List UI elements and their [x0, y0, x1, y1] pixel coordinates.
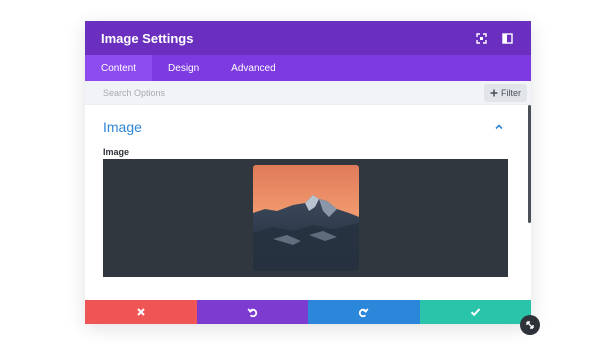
- check-icon: [470, 308, 480, 317]
- tab-advanced[interactable]: Advanced: [215, 55, 291, 81]
- tab-content-label: Content: [101, 62, 137, 74]
- close-icon: [137, 308, 145, 316]
- tab-design[interactable]: Design: [152, 55, 215, 81]
- undo-button[interactable]: [196, 300, 308, 324]
- expand-icon[interactable]: [473, 30, 489, 46]
- undo-icon: [247, 307, 257, 317]
- redo-button[interactable]: [308, 300, 420, 324]
- tab-design-label: Design: [168, 62, 200, 74]
- tab-bar: Content Design Advanced: [85, 55, 531, 81]
- field-label-image: Image: [103, 147, 130, 157]
- section-header-image[interactable]: Image: [85, 105, 531, 135]
- image-upload-area[interactable]: [103, 159, 508, 277]
- sidebar-icon[interactable]: [499, 30, 515, 46]
- resize-handle[interactable]: [520, 315, 540, 335]
- redo-icon: [359, 307, 369, 317]
- image-thumbnail[interactable]: [253, 165, 359, 271]
- scrollbar[interactable]: [528, 105, 531, 223]
- settings-body: Image Image: [85, 105, 531, 300]
- modal-header: Image Settings: [85, 21, 531, 55]
- save-button[interactable]: [419, 300, 531, 324]
- filter-label: Filter: [501, 87, 521, 98]
- modal-title: Image Settings: [101, 30, 194, 46]
- image-settings-modal: Image Settings Content Design Advanced F…: [85, 21, 531, 324]
- modal-footer: [85, 300, 531, 324]
- section-title: Image: [103, 119, 142, 135]
- mountain-image: [253, 165, 359, 271]
- tab-advanced-label: Advanced: [231, 62, 276, 74]
- resize-icon: [526, 321, 534, 329]
- chevron-up-icon[interactable]: [493, 121, 505, 133]
- search-bar: Filter: [85, 81, 531, 105]
- cancel-button[interactable]: [85, 300, 197, 324]
- tab-content[interactable]: Content: [85, 55, 153, 81]
- filter-button[interactable]: Filter: [484, 83, 527, 102]
- search-input[interactable]: [103, 87, 484, 98]
- plus-icon: [490, 89, 498, 96]
